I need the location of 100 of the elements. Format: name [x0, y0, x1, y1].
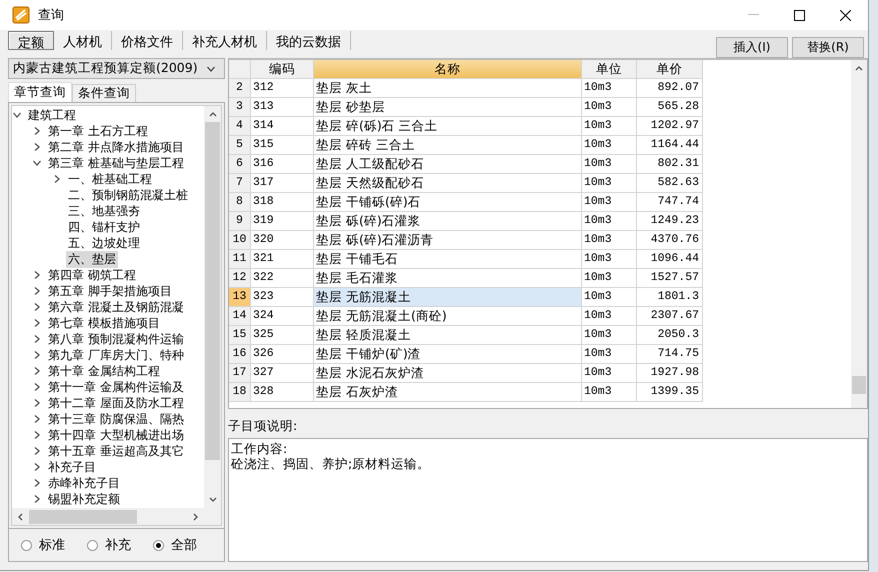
table-cell: 垫层 碎(砾)石 三合土 [314, 117, 582, 136]
scroll-thumb[interactable] [852, 376, 866, 394]
expand-icon[interactable] [32, 398, 42, 408]
tree-item[interactable]: 第十五章 垂运超高及其它 [46, 442, 186, 460]
tree-item[interactable]: 第十二章 屋面及防水工程 [46, 394, 186, 412]
tree-item[interactable]: 第六章 混凝土及钢筋混凝 [46, 298, 186, 316]
tree-item[interactable]: 第十一章 金属构件运输及 [46, 378, 186, 396]
expand-icon[interactable] [52, 174, 62, 184]
expand-icon[interactable] [32, 494, 42, 504]
replace-button[interactable]: 替换(R) [792, 37, 864, 58]
table-cell: 垫层 无筋混凝土(商砼) [314, 307, 582, 326]
table-cell: 10m3 [582, 98, 637, 117]
table-cell: 582.63 [637, 174, 703, 193]
table-cell: 327 [251, 364, 314, 383]
table-cell: 324 [251, 307, 314, 326]
tree-item[interactable]: 二、预制钢筋混凝土桩 [66, 186, 190, 204]
tree-item[interactable]: 建筑工程 [26, 106, 78, 124]
expand-icon[interactable] [32, 334, 42, 344]
tree-item[interactable]: 三、地基强夯 [66, 202, 142, 220]
collapse-icon[interactable] [32, 158, 42, 168]
row-number: 18 [229, 383, 251, 402]
scrollbar[interactable] [851, 60, 867, 408]
row-number: 5 [229, 136, 251, 155]
row-number: 10 [229, 231, 251, 250]
column-header[interactable]: 编码 [251, 60, 314, 79]
quota-dropdown[interactable]: 内蒙古建筑工程预算定额(2009) [8, 58, 225, 79]
scroll-thumb[interactable] [205, 122, 220, 460]
radio-icon[interactable] [87, 540, 98, 550]
table-cell: 1202.97 [637, 117, 703, 136]
scrollbar[interactable] [12, 508, 221, 525]
tree-item[interactable]: 补充子目 [46, 458, 98, 476]
tree-item[interactable]: 第十四章 大型机械进出场 [46, 426, 186, 444]
expand-icon[interactable] [32, 286, 42, 296]
column-header[interactable]: 名称 [314, 60, 582, 79]
scroll-thumb[interactable] [29, 510, 137, 524]
tree-item[interactable]: 第二章 井点降水措施项目 [46, 138, 186, 156]
close-icon[interactable] [840, 10, 850, 20]
tree-item[interactable]: 第十三章 防腐保温、隔热 [46, 410, 186, 428]
tree-item[interactable]: 锡盟补充定额 [46, 490, 122, 508]
expand-icon[interactable] [32, 446, 42, 456]
collapse-icon[interactable] [12, 110, 22, 120]
radio-icon[interactable] [21, 540, 32, 550]
table-cell: 垫层 碎砖 三合土 [314, 136, 582, 155]
tree-item[interactable]: 第五章 脚手架措施项目 [46, 282, 174, 300]
table-cell: 892.07 [637, 79, 703, 98]
expand-icon[interactable] [32, 126, 42, 136]
tab[interactable]: 人材机 [54, 31, 112, 50]
table-cell: 1927.98 [637, 364, 703, 383]
column-header[interactable]: 单价 [637, 60, 703, 79]
expand-icon[interactable] [32, 302, 42, 312]
maximize-icon[interactable] [794, 10, 804, 20]
tree-item[interactable]: 第九章 厂库房大门、特种 [46, 346, 186, 364]
tree-item[interactable]: 五、边坡处理 [66, 234, 142, 252]
expand-icon[interactable] [32, 318, 42, 328]
expand-icon[interactable] [32, 142, 42, 152]
radio-icon[interactable] [153, 540, 164, 550]
expand-icon[interactable] [32, 430, 42, 440]
tree-item[interactable]: 第四章 砌筑工程 [46, 266, 138, 284]
tab[interactable]: 定额 [8, 31, 54, 50]
tab[interactable]: 条件查询 [72, 84, 136, 102]
tab[interactable]: 价格文件 [112, 31, 183, 50]
tree-item[interactable]: 第一章 土石方工程 [46, 122, 150, 140]
tree-item[interactable]: 第八章 预制混凝构件运输 [46, 330, 186, 348]
row-number: 16 [229, 345, 251, 364]
expand-icon[interactable] [32, 270, 42, 280]
tree-item[interactable]: 第三章 桩基础与垫层工程 [46, 154, 186, 172]
table-cell: 313 [251, 98, 314, 117]
table-cell: 垫层 干铺毛石 [314, 250, 582, 269]
tree-item[interactable]: 一、桩基础工程 [66, 170, 154, 188]
expand-icon[interactable] [32, 382, 42, 392]
description-field[interactable]: 工作内容: 砼浇注、捣固、养护;原材料运输。 [228, 438, 868, 562]
expand-icon[interactable] [32, 414, 42, 424]
radio-option[interactable]: 全部 [153, 536, 197, 554]
tree-item[interactable]: 第十章 金属结构工程 [46, 362, 162, 380]
table-cell: 802.31 [637, 155, 703, 174]
scrollbar[interactable] [204, 106, 221, 508]
tree-item[interactable]: 四、锚杆支护 [66, 218, 142, 236]
tab[interactable]: 补充人材机 [183, 31, 267, 50]
tree-item[interactable]: 第七章 模板措施项目 [46, 314, 162, 332]
radio-option[interactable]: 标准 [21, 536, 65, 554]
row-number: 3 [229, 98, 251, 117]
table-cell: 垫层 砾(碎)石灌浆 [314, 212, 582, 231]
insert-button[interactable]: 插入(I) [716, 37, 788, 58]
tree-item[interactable]: 赤峰补充子目 [46, 474, 122, 492]
table-cell: 747.74 [637, 193, 703, 212]
tree-item[interactable]: 六、垫层 [66, 250, 118, 268]
expand-icon[interactable] [32, 478, 42, 488]
table-cell: 714.75 [637, 345, 703, 364]
table-cell: 316 [251, 155, 314, 174]
column-header[interactable]: 单位 [582, 60, 637, 79]
row-number: 17 [229, 364, 251, 383]
table-cell: 10m3 [582, 79, 637, 98]
expand-icon[interactable] [32, 350, 42, 360]
table-cell: 10m3 [582, 155, 637, 174]
expand-icon[interactable] [32, 366, 42, 376]
tab[interactable]: 章节查询 [8, 82, 72, 102]
table-cell: 10m3 [582, 269, 637, 288]
expand-icon[interactable] [32, 462, 42, 472]
tab[interactable]: 我的云数据 [267, 31, 351, 50]
radio-option[interactable]: 补充 [87, 536, 131, 554]
